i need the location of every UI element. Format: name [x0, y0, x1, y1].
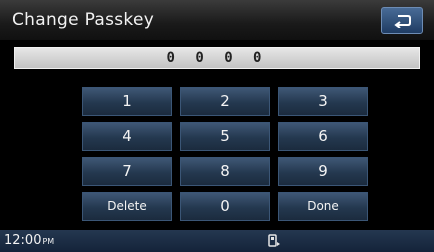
clock: 12:00PM [4, 233, 54, 248]
key-7[interactable]: 7 [82, 157, 172, 186]
return-arrow-icon [394, 15, 411, 28]
done-button[interactable]: Done [278, 192, 368, 221]
passkey-field: 0 0 0 0 [14, 47, 420, 69]
delete-button[interactable]: Delete [82, 192, 172, 221]
key-5[interactable]: 5 [180, 122, 270, 151]
change-passkey-screen: Change Passkey 0 0 0 0 1 2 3 4 5 6 7 8 9… [0, 0, 434, 252]
bluetooth-phone-icon [268, 234, 280, 247]
status-bar: 12:00PM [0, 230, 434, 252]
back-button[interactable] [381, 7, 423, 34]
key-2[interactable]: 2 [180, 87, 270, 116]
key-0[interactable]: 0 [180, 192, 270, 221]
key-6[interactable]: 6 [278, 122, 368, 151]
key-9[interactable]: 9 [278, 157, 368, 186]
clock-ampm: PM [42, 237, 55, 246]
clock-time: 12:00 [4, 233, 42, 248]
key-8[interactable]: 8 [180, 157, 270, 186]
key-1[interactable]: 1 [82, 87, 172, 116]
title-bar: Change Passkey [0, 0, 434, 40]
key-3[interactable]: 3 [278, 87, 368, 116]
page-title: Change Passkey [12, 10, 155, 30]
key-4[interactable]: 4 [82, 122, 172, 151]
